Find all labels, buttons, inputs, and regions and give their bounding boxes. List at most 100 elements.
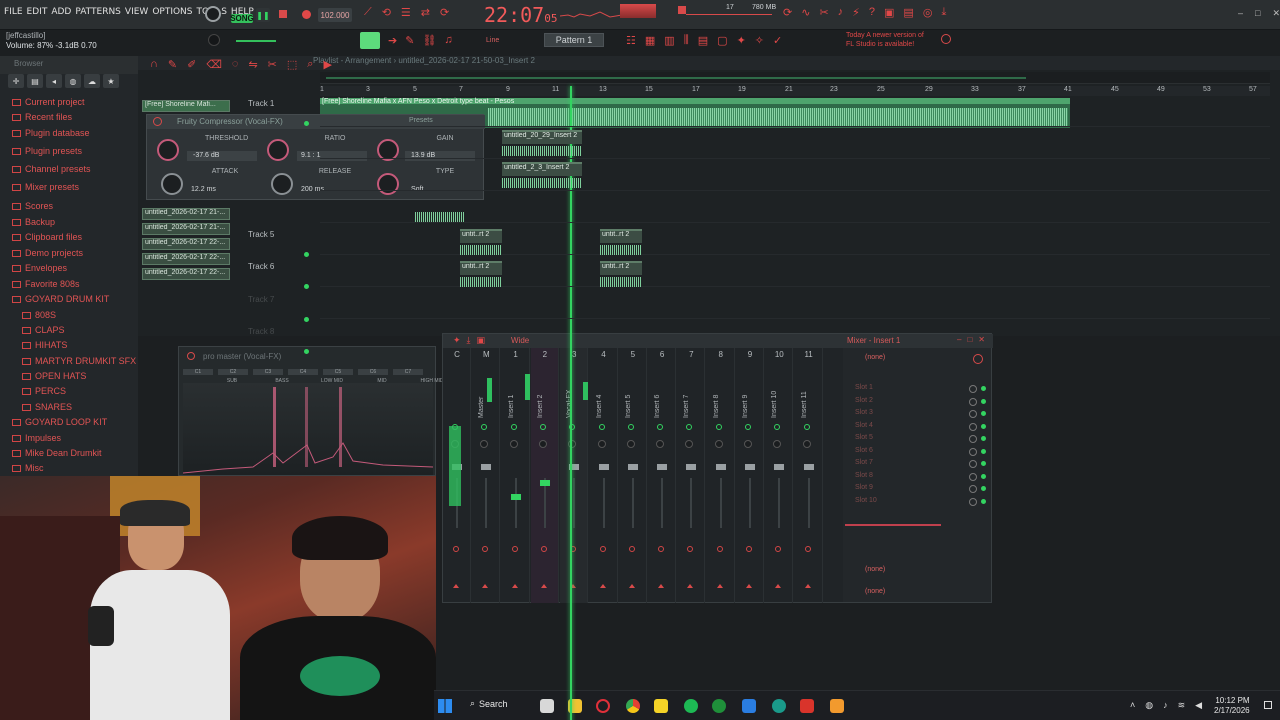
browser-item[interactable]: 808S [22, 310, 56, 320]
strip-pan-knob[interactable] [685, 440, 694, 448]
mixer-strip[interactable]: 7 Insert 7 [677, 348, 706, 603]
browser-icon[interactable]: ▢ [717, 34, 727, 47]
tools-icon[interactable]: ✧ [755, 34, 764, 47]
browser-item[interactable]: OPEN HATS [22, 371, 86, 381]
mixer-strip[interactable]: 11 Insert 11 [795, 348, 823, 603]
track-header[interactable]: Track 1 [248, 99, 274, 108]
timeline-ruler[interactable]: 1 3 5 7 9 11 13 15 17 19 21 23 25 29 33 37 41 45 49 53 57 [320, 86, 1270, 96]
pencil-icon[interactable]: ✎ [405, 34, 414, 47]
track-mute-led[interactable] [304, 349, 309, 354]
browser-item[interactable]: Favorite 808s [12, 279, 80, 289]
browser-item[interactable]: SNARES [22, 402, 72, 412]
slot-led[interactable] [981, 411, 986, 416]
effect-slot[interactable]: Slot 8 [855, 472, 873, 479]
strip-route[interactable] [599, 546, 606, 552]
picker-item[interactable]: untitled_2026-02-17 22-... [142, 238, 230, 250]
browser-item[interactable]: Clipboard files [12, 232, 82, 242]
mixer-strip[interactable]: 4 Insert 4 [590, 348, 618, 603]
strip-fader[interactable] [602, 478, 605, 528]
strip-route[interactable] [628, 546, 635, 552]
paint-icon[interactable]: ✐ [187, 58, 196, 71]
slot-led[interactable] [981, 498, 986, 504]
browser-item[interactable]: Backup [12, 217, 55, 227]
strip-pan-knob[interactable] [802, 440, 811, 448]
strip-arrow-icon[interactable] [511, 584, 518, 588]
insert-output-none[interactable]: (none) [865, 566, 885, 573]
strip-arrow-icon[interactable] [628, 584, 635, 588]
strip-route[interactable] [511, 546, 518, 552]
slot-led[interactable] [981, 473, 986, 479]
minimize-icon[interactable]: – [1238, 8, 1243, 19]
strip-pan-knob[interactable] [626, 440, 635, 448]
mixer-strip[interactable]: 8 Insert 8 [707, 348, 735, 603]
track-header[interactable]: Track 8 [248, 327, 274, 336]
strip-arrow-icon[interactable] [599, 584, 606, 588]
effect-slot[interactable]: Slot 1 [855, 384, 873, 391]
news-notice[interactable]: Today A newer version of FL Studio is av… [846, 31, 924, 49]
magnet-icon[interactable]: ∩ [150, 58, 158, 71]
browser-item[interactable]: Current project [12, 97, 85, 107]
slot-led[interactable] [981, 423, 986, 429]
fader-cap[interactable] [803, 464, 814, 470]
picker-item[interactable]: [Free] Shoreline Mafi... [142, 100, 230, 112]
master-pitch-knob[interactable] [208, 34, 220, 46]
strip-arrow-icon[interactable] [482, 584, 489, 588]
mixer-minimize-icon[interactable]: – [957, 335, 961, 344]
picker-item[interactable]: untitled_2026-02-17 22-... [142, 268, 230, 280]
effect-slot[interactable]: Slot 9 [855, 484, 873, 491]
eq-options-icon[interactable] [187, 352, 195, 360]
audio-clip[interactable]: untitled_20_29_Insert 2 [502, 130, 582, 144]
playback-icon[interactable]: ▶ [323, 58, 331, 71]
creative-cloud-icon[interactable] [800, 699, 814, 713]
mixer-layout-icon[interactable]: ▣ [477, 335, 486, 346]
track-mute-led[interactable] [304, 121, 309, 126]
strip-fader[interactable] [514, 478, 517, 528]
tray-wifi-icon[interactable]: ≋ [1178, 700, 1186, 711]
strip-knob[interactable] [774, 424, 781, 430]
mixer-strip[interactable]: 2 Insert 2 [530, 348, 559, 603]
fader-cap[interactable] [774, 464, 785, 470]
close-icon[interactable]: ✕ [1272, 8, 1280, 19]
mixer-arrow-icon[interactable]: ⤓ [467, 335, 471, 346]
bell-icon[interactable]: ♫ [444, 34, 452, 47]
audio-clip[interactable]: untit..rt 2 [600, 261, 642, 275]
browser-item[interactable]: Mike Dean Drumkit [12, 448, 102, 458]
browser-item[interactable]: Impulses [12, 433, 61, 443]
slot-mix-knob[interactable] [969, 447, 977, 456]
eq-band-button[interactable]: C7 [393, 369, 423, 375]
strip-fader[interactable] [485, 478, 488, 528]
strip-pan-knob[interactable] [538, 440, 547, 448]
track-header[interactable]: Track 7 [248, 295, 274, 304]
picker-item[interactable]: untitled_2026-02-17 22-... [142, 253, 230, 265]
type-knob[interactable] [377, 173, 399, 195]
strip-knob[interactable] [539, 424, 546, 430]
start-icon[interactable] [438, 699, 452, 713]
slot-mix-knob[interactable] [969, 460, 977, 468]
strip-pan-knob[interactable] [714, 440, 723, 448]
eq-band-button[interactable]: C2 [218, 369, 248, 375]
browser-item[interactable]: GOYARD DRUM KIT [12, 294, 109, 304]
strip-arrow-icon[interactable] [540, 584, 547, 588]
strip-fader[interactable] [778, 478, 781, 528]
track-header[interactable]: Track 5 [248, 230, 274, 239]
help-icon[interactable]: ? [869, 6, 875, 19]
fl-studio-icon[interactable] [830, 699, 844, 713]
strip-knob[interactable] [686, 424, 693, 430]
playlist-icon[interactable]: ☷ [626, 34, 636, 47]
eq-band-button[interactable]: C5 [323, 369, 353, 375]
link-icon[interactable]: ✂ [819, 6, 828, 19]
save-icon[interactable]: ▣ [884, 6, 894, 19]
browser-item[interactable]: CLAPS [22, 325, 65, 335]
fader-cap[interactable] [481, 464, 492, 470]
plugin-picker-icon[interactable]: ✦ [737, 34, 746, 47]
slot-mix-knob[interactable] [969, 472, 977, 481]
strip-knob[interactable] [745, 424, 751, 430]
strip-route[interactable] [716, 546, 723, 552]
browser-item[interactable]: PERCS [22, 386, 66, 396]
effect-slot[interactable]: Slot 3 [855, 409, 873, 416]
strip-pan-knob[interactable] [509, 440, 518, 448]
browser-item[interactable]: GOYARD LOOP KIT [12, 417, 107, 427]
slot-led[interactable] [981, 386, 986, 391]
strip-arrow-icon[interactable] [658, 584, 665, 588]
browser-item[interactable]: Plugin database [12, 128, 90, 138]
